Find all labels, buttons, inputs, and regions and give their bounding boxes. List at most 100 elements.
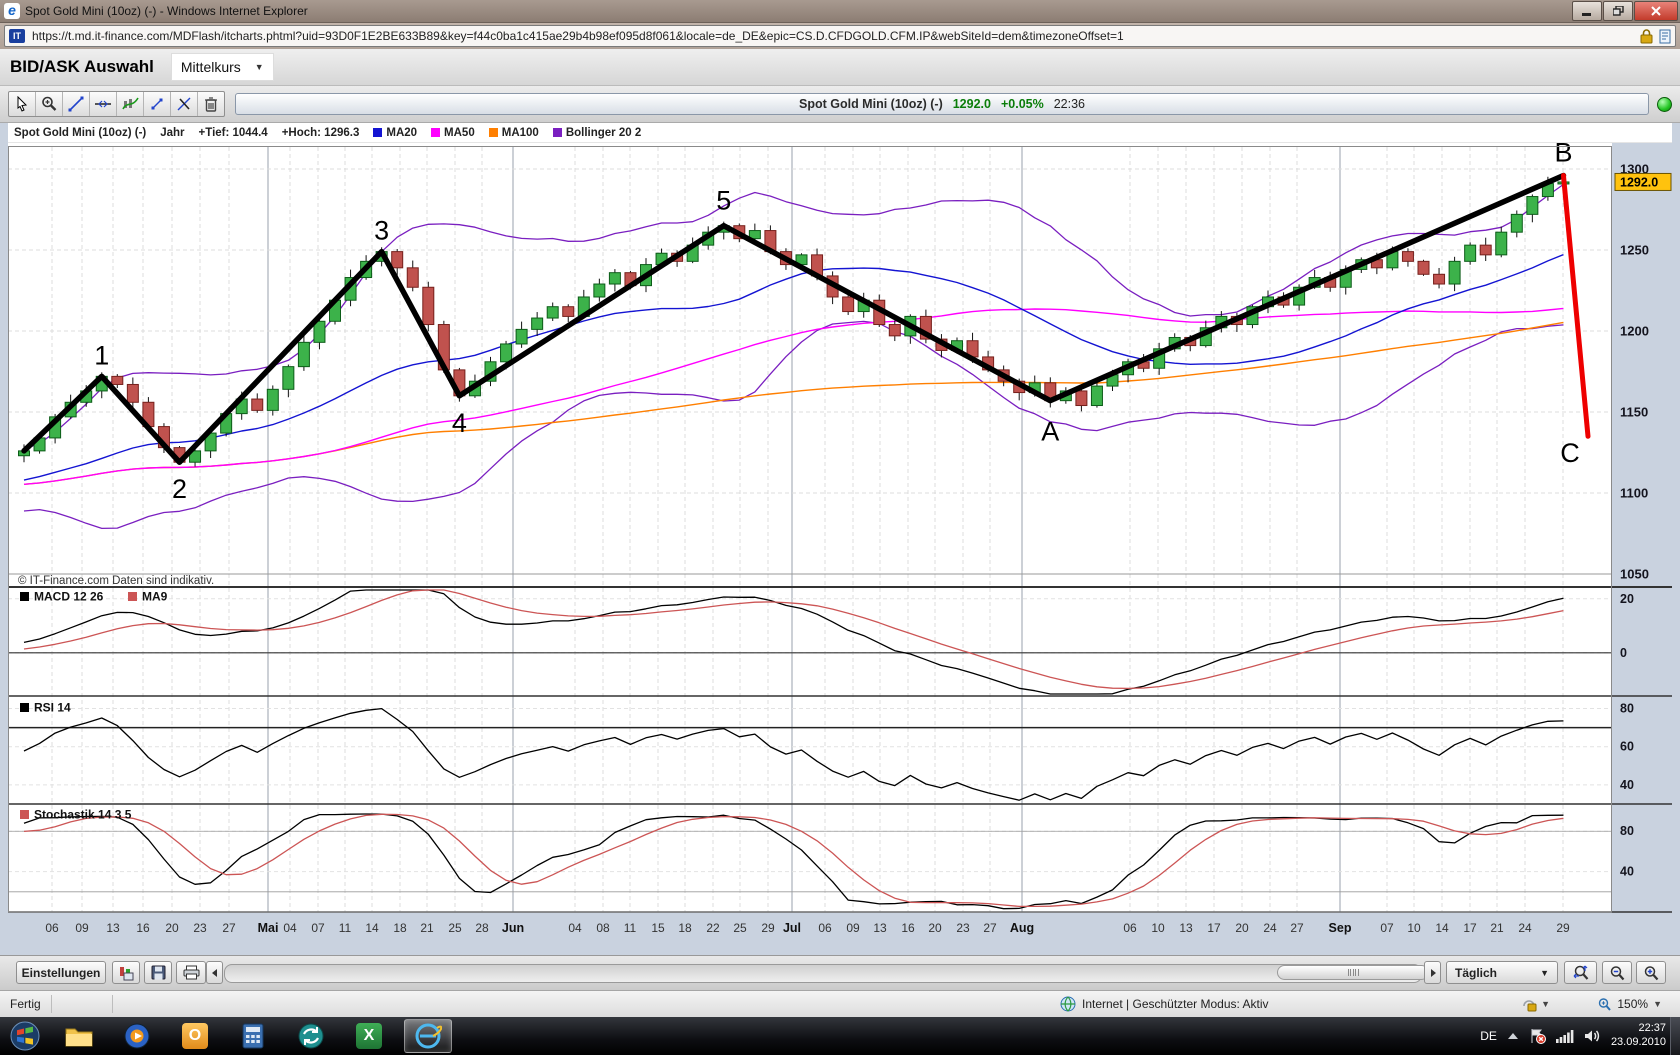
svg-text:23: 23: [193, 921, 207, 935]
price-chart-canvas[interactable]: 06091316202327Mai0407111418212528Jun0408…: [8, 143, 1672, 943]
chart-area: Spot Gold Mini (10oz) (-)Jahr+Tief: 1044…: [0, 123, 1680, 955]
magnifier-fit-icon: [1572, 964, 1590, 981]
chevron-down-icon: ▼: [1541, 999, 1550, 1009]
save-chart-button[interactable]: [112, 961, 140, 984]
quote-symbol: Spot Gold Mini (10oz) (-): [799, 97, 943, 111]
svg-text:09: 09: [846, 921, 860, 935]
svg-text:14: 14: [365, 921, 379, 935]
indicator-tool-button[interactable]: [117, 92, 144, 116]
pointer-tool-button[interactable]: [9, 92, 36, 116]
svg-text:40: 40: [1620, 865, 1634, 879]
svg-text:1100: 1100: [1620, 486, 1648, 501]
taskbar-media-player-button[interactable]: [114, 1020, 160, 1052]
trendline-tool-button[interactable]: [63, 92, 90, 116]
taskbar: O X DE: [0, 1017, 1680, 1055]
legend-color-swatch: [373, 128, 382, 137]
segment-tool-button[interactable]: [144, 92, 171, 116]
ie-status-bar: Fertig Internet | Geschützter Modus: Akt…: [0, 990, 1680, 1017]
price-type-value: Mittelkurs: [181, 59, 241, 75]
save-button[interactable]: [144, 961, 172, 984]
erase-line-icon: [176, 96, 192, 112]
legend-text: +Hoch: 1296.3: [282, 127, 360, 139]
media-player-icon: [124, 1023, 150, 1049]
svg-text:4: 4: [452, 408, 467, 438]
svg-text:25: 25: [733, 921, 747, 935]
compatibility-icon[interactable]: [1659, 29, 1671, 44]
zoom-fit-button[interactable]: [1564, 961, 1597, 984]
app-header: BID/ASK Auswahl Mittelkurs ▼: [0, 49, 1680, 86]
taskbar-calculator-button[interactable]: [230, 1020, 276, 1052]
zoom-out-button[interactable]: [1602, 961, 1632, 984]
magnifier-minus-icon: [1609, 965, 1625, 981]
show-desktop-button[interactable]: [1670, 1017, 1680, 1055]
outlook-icon: O: [182, 1023, 208, 1049]
taskbar-ie-button-active[interactable]: [404, 1019, 452, 1053]
scroll-left-button[interactable]: [206, 961, 223, 984]
security-zone-text: Internet | Geschützter Modus: Aktiv: [1082, 997, 1269, 1011]
printer-icon: [183, 965, 200, 980]
svg-text:Stochastik 14 3 5: Stochastik 14 3 5: [34, 808, 132, 822]
svg-text:14: 14: [1435, 921, 1449, 935]
close-button[interactable]: [1634, 1, 1678, 21]
svg-text:24: 24: [1518, 921, 1532, 935]
minimize-icon: [1582, 7, 1592, 16]
chevron-down-icon: ▼: [1653, 999, 1662, 1009]
address-bar: IT: [0, 23, 1680, 49]
svg-text:28: 28: [475, 921, 489, 935]
magnifier-plus-icon: [1643, 965, 1659, 981]
timeframe-select[interactable]: Täglich ▼: [1446, 961, 1558, 984]
timeframe-value: Täglich: [1455, 966, 1497, 980]
chart-legend: Spot Gold Mini (10oz) (-)Jahr+Tief: 1044…: [8, 123, 1672, 143]
svg-text:29: 29: [761, 921, 775, 935]
settings-button[interactable]: Einstellungen: [16, 961, 106, 984]
svg-text:2: 2: [172, 474, 187, 504]
svg-text:22: 22: [706, 921, 720, 935]
url-input[interactable]: [30, 28, 1636, 44]
zoom-level-control[interactable]: 150% ▼: [1587, 991, 1672, 1017]
tray-expand-icon[interactable]: [1507, 1032, 1519, 1040]
zoom-tool-button[interactable]: [36, 92, 63, 116]
volume-icon[interactable]: [1584, 1029, 1601, 1043]
erase-line-tool-button[interactable]: [171, 92, 198, 116]
zoom-level-value: 150%: [1617, 997, 1648, 1011]
chart-scrollbar[interactable]: [224, 964, 1422, 983]
svg-text:A: A: [1041, 417, 1059, 447]
pointer-icon: [15, 96, 29, 112]
legend-series-item: MA20: [373, 127, 417, 139]
network-signal-icon[interactable]: [1556, 1030, 1574, 1043]
taskbar-clock[interactable]: 22:37 23.09.2010: [1611, 1022, 1666, 1050]
settings-label: Einstellungen: [22, 966, 101, 980]
svg-text:11: 11: [624, 921, 637, 935]
svg-text:07: 07: [1380, 921, 1394, 935]
restore-button[interactable]: [1603, 1, 1633, 21]
calculator-icon: [242, 1023, 264, 1049]
svg-text:24: 24: [1263, 921, 1277, 935]
minimize-button[interactable]: [1572, 1, 1602, 21]
taskbar-excel-button[interactable]: X: [346, 1020, 392, 1052]
svg-text:25: 25: [448, 921, 462, 935]
sync-icon: [298, 1023, 324, 1049]
svg-text:27: 27: [1290, 921, 1304, 935]
taskbar-outlook-button[interactable]: O: [172, 1020, 218, 1052]
clock-date: 23.09.2010: [1611, 1036, 1666, 1050]
chevron-down-icon: ▼: [1540, 968, 1549, 978]
horizontal-line-tool-button[interactable]: [90, 92, 117, 116]
zoom-in-button[interactable]: [1636, 961, 1666, 984]
price-type-select[interactable]: Mittelkurs ▼: [172, 54, 273, 80]
svg-text:20: 20: [1235, 921, 1249, 935]
print-button[interactable]: [176, 961, 206, 984]
scroll-right-button[interactable]: [1424, 961, 1441, 984]
taskbar-explorer-button[interactable]: [56, 1020, 102, 1052]
scrollbar-thumb[interactable]: [1277, 965, 1429, 980]
svg-text:04: 04: [283, 921, 297, 935]
svg-text:08: 08: [596, 921, 610, 935]
delete-all-tool-button[interactable]: [198, 92, 224, 116]
protected-mode-control[interactable]: ▼: [1511, 991, 1560, 1017]
action-center-flag-icon[interactable]: [1529, 1028, 1546, 1044]
svg-text:27: 27: [222, 921, 236, 935]
url-field[interactable]: IT: [4, 25, 1676, 47]
language-indicator[interactable]: DE: [1480, 1029, 1497, 1043]
start-button[interactable]: [6, 1017, 44, 1055]
taskbar-sync-button[interactable]: [288, 1020, 334, 1052]
svg-text:11: 11: [339, 921, 352, 935]
